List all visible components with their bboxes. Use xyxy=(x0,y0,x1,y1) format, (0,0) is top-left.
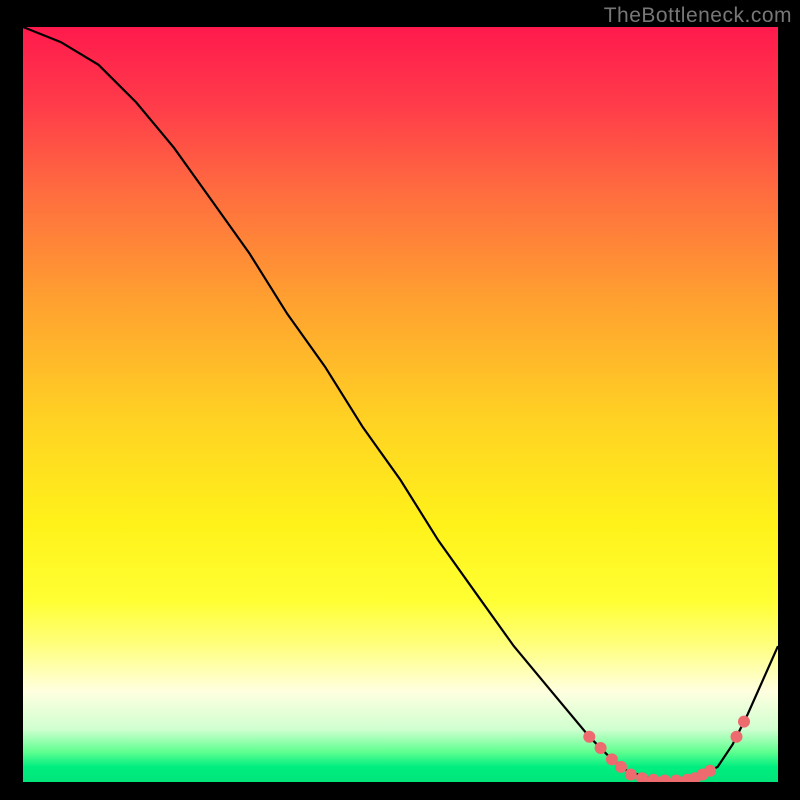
data-marker xyxy=(583,731,595,743)
data-marker xyxy=(738,716,750,728)
data-marker xyxy=(670,775,682,783)
data-marker xyxy=(595,742,607,754)
marker-group xyxy=(583,716,750,782)
data-marker xyxy=(704,765,716,777)
data-marker xyxy=(731,731,743,743)
bottleneck-curve xyxy=(23,27,778,782)
data-marker xyxy=(615,761,627,773)
data-marker xyxy=(659,775,671,783)
watermark-text: TheBottleneck.com xyxy=(604,4,792,28)
gradient-plot-area xyxy=(23,27,778,782)
curve-layer xyxy=(23,27,778,782)
data-marker xyxy=(625,769,637,781)
data-marker xyxy=(647,774,659,782)
chart-frame: TheBottleneck.com xyxy=(0,0,800,800)
